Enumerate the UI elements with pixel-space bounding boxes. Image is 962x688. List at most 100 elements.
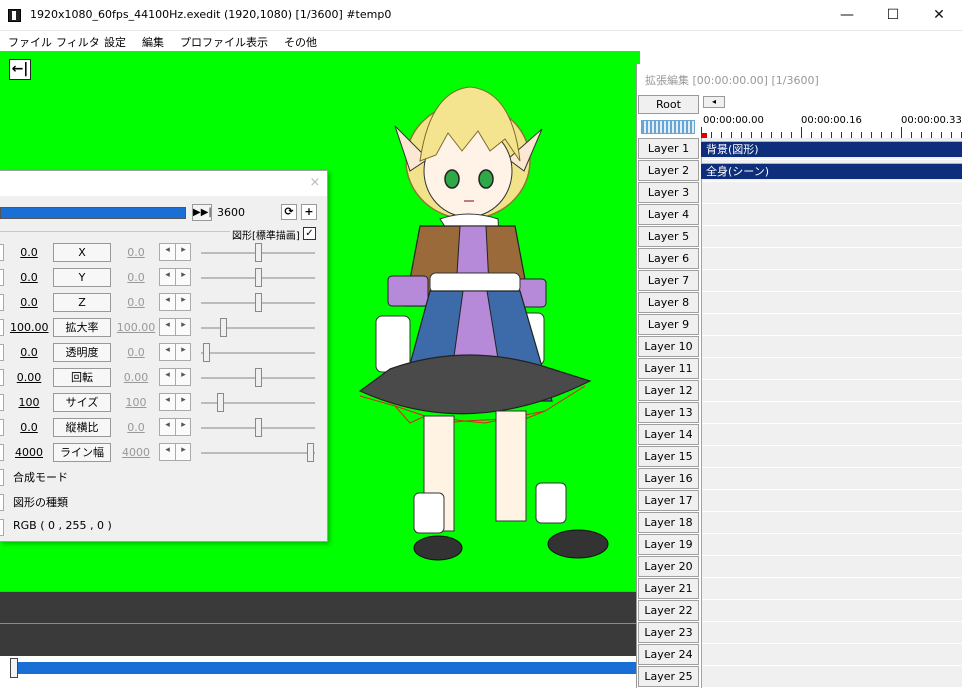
param-start-value[interactable]: 0.0 bbox=[10, 271, 48, 284]
param-end-value[interactable]: 4000 bbox=[115, 446, 157, 459]
layer-track[interactable] bbox=[701, 490, 962, 512]
layer-track[interactable] bbox=[701, 666, 962, 688]
layer-track[interactable] bbox=[701, 468, 962, 490]
layer-track[interactable] bbox=[701, 644, 962, 666]
seek-bar[interactable] bbox=[0, 656, 640, 688]
layer-button[interactable]: Layer 4 bbox=[638, 204, 699, 225]
param-name-button[interactable]: 回転 bbox=[53, 368, 111, 387]
arrow-left-icon[interactable]: ◂ bbox=[160, 245, 175, 255]
arrow-right-icon[interactable]: ▸ bbox=[176, 395, 191, 405]
arrow-left-icon[interactable]: ◂ bbox=[160, 370, 175, 380]
param-start-value[interactable]: 0.00 bbox=[10, 371, 48, 384]
layer-button[interactable]: Layer 13 bbox=[638, 402, 699, 423]
param-name-button[interactable]: ライン幅 bbox=[53, 443, 111, 462]
scroll-left-icon[interactable]: ◂ bbox=[703, 96, 725, 108]
param-end-value[interactable]: 100.00 bbox=[115, 321, 157, 334]
layer-button[interactable]: Layer 25 bbox=[638, 666, 699, 687]
layer-button[interactable]: Layer 9 bbox=[638, 314, 699, 335]
param-name-button[interactable]: 透明度 bbox=[53, 343, 111, 362]
layer-track[interactable] bbox=[701, 402, 962, 424]
param-slider-thumb[interactable] bbox=[255, 243, 262, 262]
param-start-value[interactable]: 0.0 bbox=[10, 296, 48, 309]
param-stepper[interactable]: ◂ ▸ bbox=[159, 318, 191, 336]
param-start-value[interactable]: 4000 bbox=[10, 446, 48, 459]
blend-mode-row[interactable]: 合成モード bbox=[0, 466, 328, 488]
shape-type-row[interactable]: 図形の種類 bbox=[0, 491, 328, 513]
layer-button[interactable]: Layer 20 bbox=[638, 556, 699, 577]
layer-track[interactable] bbox=[701, 358, 962, 380]
param-end-value[interactable]: 100 bbox=[115, 396, 157, 409]
layer-button[interactable]: Layer 10 bbox=[638, 336, 699, 357]
param-start-value[interactable]: 0.0 bbox=[10, 246, 48, 259]
param-slider-track[interactable] bbox=[201, 352, 315, 354]
menu-other[interactable]: その他 bbox=[284, 34, 317, 50]
layer-track[interactable] bbox=[701, 380, 962, 402]
layer-button[interactable]: Layer 18 bbox=[638, 512, 699, 533]
jump-end-icon[interactable]: ▶▶| bbox=[192, 204, 212, 221]
color-row[interactable]: RGB ( 0 , 255 , 0 ) bbox=[0, 516, 328, 538]
seek-handle[interactable] bbox=[10, 658, 18, 678]
param-stepper[interactable]: ◂ ▸ bbox=[159, 343, 191, 361]
layer-button[interactable]: Layer 12 bbox=[638, 380, 699, 401]
arrow-right-icon[interactable]: ▸ bbox=[176, 295, 191, 305]
menu-view[interactable]: 表示 bbox=[246, 34, 268, 50]
layer-track[interactable] bbox=[701, 600, 962, 622]
layer-track[interactable] bbox=[701, 424, 962, 446]
arrow-right-icon[interactable]: ▸ bbox=[176, 445, 191, 455]
param-slider-thumb[interactable] bbox=[220, 318, 227, 337]
menu-edit[interactable]: 編集 bbox=[142, 34, 164, 50]
layer-track[interactable] bbox=[701, 204, 962, 226]
layer-button[interactable]: Layer 7 bbox=[638, 270, 699, 291]
param-stepper[interactable]: ◂ ▸ bbox=[159, 393, 191, 411]
param-stepper[interactable]: ◂ ▸ bbox=[159, 443, 191, 461]
layer-button[interactable]: Layer 1 bbox=[638, 138, 699, 159]
param-slider-thumb[interactable] bbox=[255, 268, 262, 287]
param-start-value[interactable]: 0.0 bbox=[10, 421, 48, 434]
loop-icon[interactable]: ⟳ bbox=[281, 204, 297, 220]
menu-profile[interactable]: プロファイル bbox=[180, 34, 246, 50]
param-end-value[interactable]: 0.0 bbox=[115, 271, 157, 284]
layer-track[interactable] bbox=[701, 292, 962, 314]
param-name-button[interactable]: 縦横比 bbox=[53, 418, 111, 437]
arrow-right-icon[interactable]: ▸ bbox=[176, 370, 191, 380]
layer-button[interactable]: Layer 16 bbox=[638, 468, 699, 489]
param-stepper[interactable]: ◂ ▸ bbox=[159, 268, 191, 286]
maximize-button[interactable]: ☐ bbox=[870, 0, 916, 31]
layer-button[interactable]: Layer 6 bbox=[638, 248, 699, 269]
layer-track[interactable] bbox=[701, 534, 962, 556]
zoom-bar[interactable] bbox=[641, 120, 695, 134]
layer-track[interactable] bbox=[701, 248, 962, 270]
param-slider-thumb[interactable] bbox=[255, 293, 262, 312]
param-end-value[interactable]: 0.00 bbox=[115, 371, 157, 384]
arrow-left-icon[interactable]: ◂ bbox=[160, 270, 175, 280]
param-slider-thumb[interactable] bbox=[307, 443, 314, 462]
timeline-clip[interactable]: 全身(シーン) bbox=[701, 163, 962, 179]
param-start-value[interactable]: 0.0 bbox=[10, 346, 48, 359]
arrow-right-icon[interactable]: ▸ bbox=[176, 345, 191, 355]
layer-button[interactable]: Layer 23 bbox=[638, 622, 699, 643]
arrow-left-icon[interactable]: ◂ bbox=[160, 295, 175, 305]
menu-settings[interactable]: 設定 bbox=[104, 34, 126, 50]
arrow-left-icon[interactable]: ◂ bbox=[160, 395, 175, 405]
minimize-button[interactable]: — bbox=[824, 0, 870, 31]
frame-range-slider[interactable] bbox=[0, 207, 186, 219]
close-button[interactable]: ✕ bbox=[916, 0, 962, 31]
layer-button[interactable]: Layer 3 bbox=[638, 182, 699, 203]
layer-button[interactable]: Layer 22 bbox=[638, 600, 699, 621]
menu-filter[interactable]: フィルタ bbox=[56, 34, 100, 50]
param-slider-thumb[interactable] bbox=[255, 418, 262, 437]
layer-track[interactable] bbox=[701, 622, 962, 644]
timeline-clip[interactable]: 背景(図形) bbox=[701, 141, 962, 157]
param-name-button[interactable]: Z bbox=[53, 293, 111, 312]
layer-track[interactable] bbox=[701, 314, 962, 336]
arrow-right-icon[interactable]: ▸ bbox=[176, 420, 191, 430]
layer-button[interactable]: Layer 17 bbox=[638, 490, 699, 511]
param-slider-thumb[interactable] bbox=[217, 393, 224, 412]
arrow-left-icon[interactable]: ◂ bbox=[160, 345, 175, 355]
layer-button[interactable]: Layer 5 bbox=[638, 226, 699, 247]
arrow-left-icon[interactable]: ◂ bbox=[160, 445, 175, 455]
param-name-button[interactable]: X bbox=[53, 243, 111, 262]
param-end-value[interactable]: 0.0 bbox=[115, 346, 157, 359]
time-ruler[interactable]: 00:00:00.00 00:00:00.16 00:00:00.33 bbox=[701, 112, 962, 140]
param-end-value[interactable]: 0.0 bbox=[115, 296, 157, 309]
